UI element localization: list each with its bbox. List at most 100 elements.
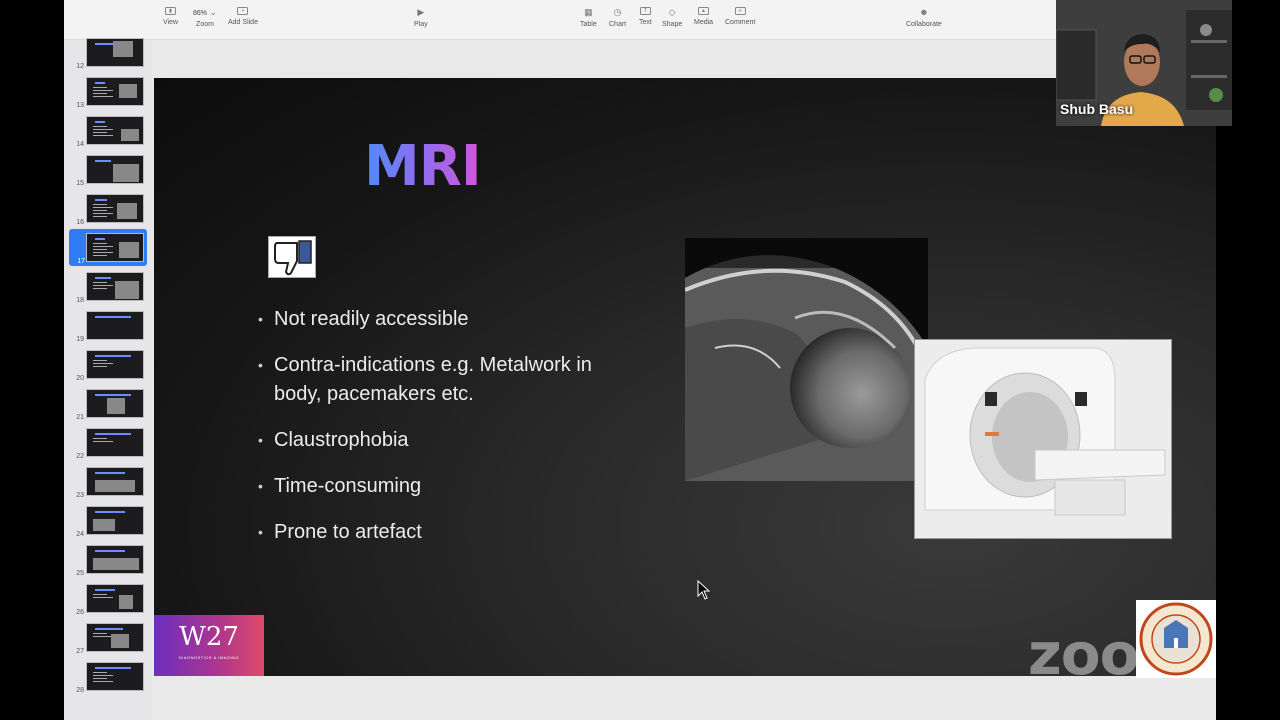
current-slide[interactable]: MRI Not readily accessible Contra-indica… — [154, 78, 1216, 676]
slide-number: 15 — [76, 180, 84, 187]
slide-thumbnail-preview — [86, 233, 144, 262]
bullet-item: Time-consuming — [258, 472, 598, 501]
slide-thumbnail-preview — [86, 467, 144, 496]
slide-thumbnail[interactable]: 27 — [64, 619, 152, 656]
slide-thumbnail[interactable]: 21 — [64, 385, 152, 422]
table-label: Table — [580, 21, 597, 28]
slide-number: 19 — [76, 336, 84, 343]
shape-button[interactable]: ◇ Shape — [662, 7, 682, 28]
chart-label: Chart — [609, 21, 627, 28]
slide-thumbnail-preview — [86, 311, 144, 340]
play-label: Play — [414, 21, 428, 28]
table-icon: ▦ — [584, 7, 593, 17]
slide-thumbnail[interactable]: 17 — [69, 229, 147, 266]
view-label: View — [163, 19, 179, 26]
slide-number: 23 — [76, 492, 84, 499]
slide-thumbnail-preview — [86, 623, 144, 652]
slide-number: 27 — [76, 648, 84, 655]
slide-thumbnail[interactable]: 23 — [64, 463, 152, 500]
slide-thumbnail[interactable]: 12 — [64, 34, 152, 71]
bullet-item: Not readily accessible — [258, 305, 598, 334]
add-slide-icon: + — [237, 7, 249, 15]
bullet-item: Claustrophobia — [258, 426, 598, 455]
w27-logo: W27 DIAGNOSTICS & IMAGING — [154, 615, 264, 676]
slide-number: 14 — [76, 141, 84, 148]
slide-thumbnail[interactable]: 18 — [64, 268, 152, 305]
sidebar-icon: ▮ — [165, 7, 177, 15]
table-button[interactable]: ▦ Table — [580, 7, 597, 28]
slide-thumbnail-preview — [86, 389, 144, 418]
chart-button[interactable]: ◷ Chart — [609, 7, 626, 28]
slide-thumbnail-preview — [86, 662, 144, 691]
participant-name: Shub Basu — [1060, 101, 1134, 117]
view-button[interactable]: ▮ View — [163, 7, 178, 26]
slide-title: MRI — [364, 134, 482, 199]
slide-thumbnail[interactable]: 25 — [64, 541, 152, 578]
shape-label: Shape — [662, 21, 683, 28]
bullet-item: Contra-indications e.g. Metalwork in bod… — [258, 351, 598, 409]
collaborate-icon: ☻ — [919, 7, 929, 17]
participant-video: Shub Basu — [1056, 0, 1232, 126]
comment-icon: ≡ — [734, 7, 746, 15]
slide-thumbnail-preview — [86, 155, 144, 184]
logo-text: W27 — [179, 622, 239, 652]
slide-number: 16 — [76, 219, 84, 226]
slide-thumbnail[interactable]: 14 — [64, 112, 152, 149]
chevron-down-icon: ⌄ — [209, 7, 218, 17]
slide-thumbnail-preview — [86, 194, 144, 223]
toolbar: ▮ View 86% ⌄ Zoom + Add Slide ▶ Play ▦ T… — [64, 0, 1056, 40]
media-icon: ▲ — [698, 7, 710, 15]
slide-thumbnail[interactable]: 22 — [64, 424, 152, 461]
slide-canvas: MRI Not readily accessible Contra-indica… — [152, 40, 1216, 720]
slide-number: 13 — [76, 102, 84, 109]
slide-thumbnail-preview — [86, 428, 144, 457]
bullet-list: Not readily accessible Contra-indication… — [258, 305, 598, 564]
slide-thumbnail-preview — [86, 584, 144, 613]
keynote-window: ▮ View 86% ⌄ Zoom + Add Slide ▶ Play ▦ T… — [64, 0, 1216, 720]
slide-thumbnail[interactable]: 24 — [64, 502, 152, 539]
slide-thumbnail-preview — [86, 272, 144, 301]
slide-thumbnail[interactable]: 19 — [64, 307, 152, 344]
media-label: Media — [694, 19, 714, 26]
collaborate-label: Collaborate — [906, 21, 942, 28]
slide-thumbnail-preview — [86, 506, 144, 535]
slide-number: 28 — [76, 687, 84, 694]
play-icon: ▶ — [417, 7, 425, 17]
slide-number: 26 — [76, 609, 84, 616]
slide-number: 17 — [77, 258, 85, 265]
comment-label: Comment — [725, 19, 756, 26]
text-icon: T — [639, 7, 651, 15]
slide-thumbnail[interactable]: 16 — [64, 190, 152, 227]
slide-number: 21 — [76, 414, 84, 421]
slide-thumbnail[interactable]: 28 — [64, 658, 152, 695]
hospital-seal-logo — [1136, 600, 1216, 678]
slide-thumbnail[interactable]: 20 — [64, 346, 152, 383]
mri-scanner-image — [914, 339, 1172, 539]
slide-number: 25 — [76, 570, 84, 577]
shape-icon: ◇ — [668, 7, 676, 17]
zoom-label: Zoom — [196, 21, 214, 28]
slide-thumbnail[interactable]: 26 — [64, 580, 152, 617]
slide-thumbnail[interactable]: 15 — [64, 151, 152, 188]
comment-button[interactable]: ≡ Comment — [725, 7, 755, 26]
collaborate-button[interactable]: ☻ Collaborate — [906, 7, 942, 28]
slide-thumbnail[interactable]: 13 — [64, 73, 152, 110]
slide-number: 18 — [76, 297, 84, 304]
mouse-cursor-icon — [697, 579, 711, 600]
add-slide-label: Add Slide — [228, 19, 258, 26]
slide-navigator: 12 13 14 15 16 17 18 19 20 21 22 23 24 25 26 27 28 — [64, 38, 152, 720]
thumbs-down-icon — [268, 236, 316, 278]
mri-shoulder-image — [685, 238, 928, 481]
text-label: Text — [639, 19, 652, 26]
zoom-button[interactable]: 86% ⌄ Zoom — [190, 7, 220, 28]
logo-subtext: DIAGNOSTICS & IMAGING — [178, 655, 240, 660]
slide-thumbnail-preview — [86, 77, 144, 106]
add-slide-button[interactable]: + Add Slide — [228, 7, 258, 26]
text-button[interactable]: T Text — [639, 7, 652, 26]
slide-thumbnail-preview — [86, 38, 144, 67]
slide-number: 22 — [76, 453, 84, 460]
slide-thumbnail-preview — [86, 350, 144, 379]
play-button[interactable]: ▶ Play — [414, 7, 428, 28]
media-button[interactable]: ▲ Media — [694, 7, 713, 26]
screen-share: ▮ View 86% ⌄ Zoom + Add Slide ▶ Play ▦ T… — [0, 0, 1280, 720]
